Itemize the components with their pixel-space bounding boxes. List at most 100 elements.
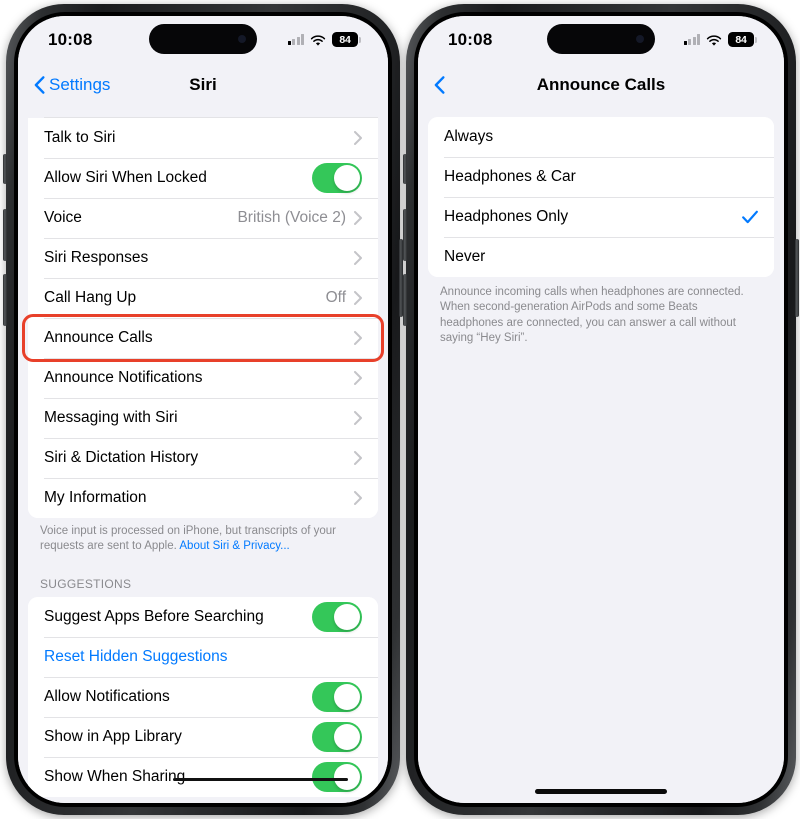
- volume-up-button-left[interactable]: [3, 209, 7, 261]
- cellular-signal-icon-left: [287, 34, 304, 45]
- suggestion-row-label: Reset Hidden Suggestions: [44, 647, 228, 665]
- option-row-label: Never: [444, 248, 486, 265]
- power-button-right[interactable]: [795, 239, 799, 317]
- status-icons-right: 84: [683, 32, 757, 47]
- settings-row-label: Call Hang Up: [44, 289, 137, 306]
- list-top-separator: [18, 107, 388, 118]
- chevron-left-icon-left: [34, 76, 45, 94]
- option-row-label: Headphones Only: [444, 208, 569, 225]
- toggle-knob: [334, 723, 360, 750]
- phone-bezel-left: 10:08 84 Settings Siri Talk to Siri Allo…: [14, 12, 392, 807]
- screenshot-stage: 10:08 84 Settings Siri Talk to Siri Allo…: [0, 0, 800, 819]
- chevron-right-icon: [354, 291, 362, 305]
- left-phone-device: 10:08 84 Settings Siri Talk to Siri Allo…: [3, 4, 403, 815]
- table-row[interactable]: Call Hang Up Off: [28, 278, 378, 318]
- table-row[interactable]: Messaging with Siri: [28, 398, 378, 438]
- volume-up-button-right[interactable]: [403, 209, 407, 261]
- status-bar-right: 10:08 84: [418, 16, 784, 63]
- siri-privacy-footnote: Voice input is processed on iPhone, but …: [18, 518, 388, 555]
- settings-row-label: Messaging with Siri: [44, 409, 178, 426]
- chevron-right-icon: [354, 251, 362, 265]
- dynamic-island-left: [149, 24, 257, 54]
- chevron-right-icon: [354, 491, 362, 505]
- battery-indicator-left: 84: [332, 32, 361, 47]
- toggle-knob: [334, 683, 360, 710]
- table-row[interactable]: Show When Sharing: [28, 756, 378, 797]
- suggestion-row-label: Suggest Apps Before Searching: [44, 607, 264, 625]
- wifi-icon-left: [310, 34, 326, 46]
- settings-list-left[interactable]: Talk to Siri Allow Siri When Locked Voice B…: [18, 107, 388, 803]
- back-button-label: Settings: [49, 75, 111, 94]
- settings-row-label: Talk to Siri: [44, 129, 116, 146]
- right-phone-device: 10:08 84 Announce Calls Always Headphone…: [403, 4, 799, 815]
- suggestions-section-header: SUGGESTIONS: [40, 576, 132, 591]
- toggle-knob: [334, 603, 360, 630]
- announce-calls-list[interactable]: Always Headphones & Car Headphones Only Nev…: [418, 107, 784, 803]
- chevron-right-icon: [354, 411, 362, 425]
- battery-cap-right: [755, 36, 757, 43]
- suggestions-group: Suggest Apps Before Searching Reset Hidde…: [28, 596, 378, 797]
- toggle-switch[interactable]: [312, 601, 362, 632]
- option-row[interactable]: Headphones Only: [428, 197, 774, 237]
- option-row[interactable]: Always: [428, 117, 774, 157]
- front-camera-icon-right: [636, 35, 644, 43]
- table-row[interactable]: Voice British (Voice 2): [28, 198, 378, 238]
- chevron-right-icon: [354, 371, 362, 385]
- redaction-strike-line: [173, 778, 348, 781]
- settings-row-label: Voice: [44, 209, 82, 226]
- checkmark-icon: [742, 210, 758, 224]
- volume-down-button-left[interactable]: [3, 274, 7, 326]
- battery-level-right: 84: [728, 32, 754, 47]
- table-row[interactable]: My Information: [28, 478, 378, 518]
- status-bar-left: 10:08 84: [18, 16, 388, 63]
- toggle-switch[interactable]: [312, 681, 362, 712]
- page-title-right: Announce Calls: [536, 75, 666, 94]
- about-siri-privacy-link[interactable]: About Siri & Privacy...: [179, 540, 289, 552]
- table-row[interactable]: Announce Notifications: [28, 358, 378, 398]
- settings-row-value: Off: [325, 289, 346, 306]
- announce-calls-footnote: Announce incoming calls when headphones …: [440, 286, 744, 344]
- table-row[interactable]: Show in App Library: [28, 716, 378, 757]
- table-row[interactable]: Talk to Siri: [28, 118, 378, 158]
- battery-level-left: 84: [332, 32, 358, 47]
- table-row[interactable]: Allow Siri When Locked: [28, 158, 378, 198]
- status-time-left: 10:08: [48, 29, 93, 49]
- suggestion-row-label: Allow Notifications: [44, 687, 170, 705]
- settings-row-label: Announce Calls: [44, 329, 153, 346]
- phone-bezel-right: 10:08 84 Announce Calls Always Headphone…: [414, 12, 788, 807]
- nav-bar-left: Settings Siri: [18, 63, 388, 107]
- announce-calls-options-group: Always Headphones & Car Headphones Only Nev…: [428, 117, 774, 277]
- suggestion-row-label: Show When Sharing: [44, 767, 186, 785]
- suggestion-row-label: Show in App Library: [44, 727, 182, 745]
- screen-right: 10:08 84 Announce Calls Always Headphone…: [418, 16, 784, 803]
- toggle-switch[interactable]: [312, 163, 362, 193]
- battery-cap-left: [359, 36, 361, 43]
- table-row[interactable]: Reset Hidden Suggestions: [28, 636, 378, 677]
- settings-row-announce-calls[interactable]: Announce Calls: [28, 318, 378, 358]
- back-button-right[interactable]: [434, 76, 449, 94]
- table-row[interactable]: Siri & Dictation History: [28, 438, 378, 478]
- silent-switch-right[interactable]: [403, 154, 407, 184]
- option-row[interactable]: Headphones & Car: [428, 157, 774, 197]
- battery-indicator-right: 84: [728, 32, 757, 47]
- chevron-right-icon: [354, 451, 362, 465]
- table-row[interactable]: Suggest Apps Before Searching: [28, 596, 378, 637]
- chevron-right-icon: [354, 331, 362, 345]
- toggle-switch[interactable]: [312, 761, 362, 792]
- option-row[interactable]: Never: [428, 237, 774, 277]
- option-row-label: Headphones & Car: [444, 168, 576, 185]
- status-icons-left: 84: [287, 32, 361, 47]
- table-row[interactable]: Allow Notifications: [28, 676, 378, 717]
- table-row[interactable]: Siri Responses: [28, 238, 378, 278]
- volume-down-button-right[interactable]: [403, 274, 407, 326]
- nav-bar-right: Announce Calls: [418, 63, 784, 107]
- silent-switch-left[interactable]: [3, 154, 7, 184]
- option-row-label: Always: [444, 128, 494, 145]
- chevron-right-icon: [354, 131, 362, 145]
- status-time-right: 10:08: [448, 29, 493, 49]
- toggle-switch[interactable]: [312, 721, 362, 752]
- home-indicator-right[interactable]: [535, 789, 667, 794]
- back-button-settings[interactable]: Settings: [34, 75, 110, 95]
- settings-row-label: Announce Notifications: [44, 369, 203, 386]
- toggle-knob: [334, 763, 360, 790]
